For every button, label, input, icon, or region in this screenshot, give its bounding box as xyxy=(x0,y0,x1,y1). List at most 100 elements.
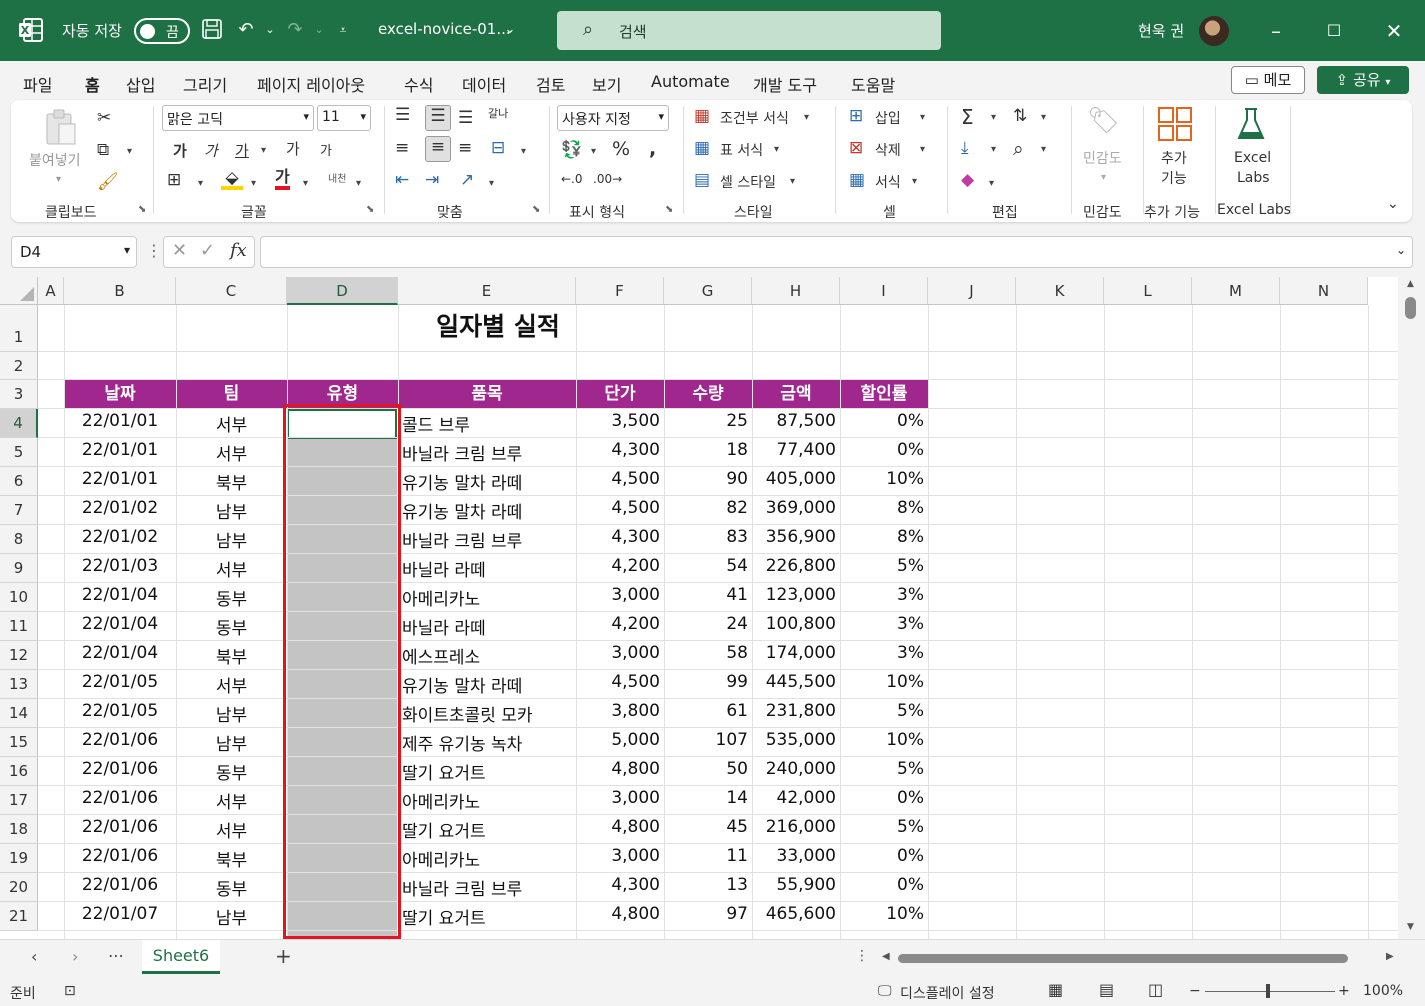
table-cell[interactable]: 10% xyxy=(840,904,924,924)
avatar[interactable] xyxy=(1199,16,1229,46)
delete-dropdown-icon[interactable]: ▾ xyxy=(920,144,925,155)
format-table-dropdown-icon[interactable]: ▾ xyxy=(774,144,779,155)
sort-filter-icon[interactable]: ⇅ xyxy=(1013,106,1027,126)
table-cell[interactable]: 97 xyxy=(664,904,748,924)
maximize-icon[interactable]: ☐ xyxy=(1317,14,1351,48)
table-cell[interactable]: 50 xyxy=(664,759,748,779)
user-name[interactable]: 현욱 권 xyxy=(1138,20,1184,41)
table-cell[interactable]: 4,300 xyxy=(576,440,660,460)
column-header-m[interactable]: M xyxy=(1192,277,1280,305)
undo-icon[interactable]: ↶ xyxy=(234,18,258,42)
row-header-16[interactable]: 16 xyxy=(0,757,38,786)
normal-view-icon[interactable]: ▦ xyxy=(1048,980,1063,999)
table-cell[interactable]: 콜드 브루 xyxy=(402,411,576,436)
prev-sheet-icon[interactable]: ‹ xyxy=(31,947,37,966)
column-header-d[interactable]: D xyxy=(287,277,398,305)
table-cell[interactable]: 에스프레소 xyxy=(402,643,576,668)
table-cell[interactable]: 0% xyxy=(840,788,924,808)
table-cell[interactable]: 남부 xyxy=(176,527,287,552)
tab-developer[interactable]: 개발 도구 xyxy=(753,72,817,96)
merge-dropdown-icon[interactable]: ▾ xyxy=(521,146,526,157)
row-header-14[interactable]: 14 xyxy=(0,699,38,728)
search-box[interactable]: ⌕ 검색 xyxy=(557,11,941,50)
conditional-format-icon[interactable]: ▦ xyxy=(694,106,710,126)
select-all-corner[interactable] xyxy=(0,277,38,305)
table-cell[interactable]: 22/01/05 xyxy=(64,701,176,721)
table-cell[interactable]: 남부 xyxy=(176,498,287,523)
table-cell[interactable]: 22/01/06 xyxy=(64,846,176,866)
table-cell[interactable]: 77,400 xyxy=(752,440,836,460)
align-middle-icon[interactable]: ☰ xyxy=(425,105,451,131)
accessibility-icon[interactable]: ⊡ xyxy=(64,983,76,999)
tab-formulas[interactable]: 수식 xyxy=(404,72,433,96)
table-cell[interactable]: 0% xyxy=(840,411,924,431)
table-cell[interactable]: 바닐라 크림 브루 xyxy=(402,440,576,465)
row-header-21[interactable]: 21 xyxy=(0,902,38,931)
cut-icon[interactable]: ✂ xyxy=(97,108,111,128)
fill-color-icon[interactable]: ⬙ xyxy=(221,168,243,190)
table-cell[interactable]: 유기농 말차 라떼 xyxy=(402,672,576,697)
row-header-13[interactable]: 13 xyxy=(0,670,38,699)
table-cell[interactable]: 4,800 xyxy=(576,759,660,779)
table-header-cell[interactable]: 금액 xyxy=(752,380,840,409)
table-cell[interactable]: 10% xyxy=(840,469,924,489)
find-select-icon[interactable]: ⌕ xyxy=(1013,138,1024,160)
table-cell[interactable]: 216,000 xyxy=(752,817,836,837)
table-cell[interactable]: 북부 xyxy=(176,469,287,494)
spreadsheet-grid[interactable]: A B C D E F G H I J K L M N 1 2 3 4 5 6 7 8 9 10 11 12 13 14 15 16 17 1… xyxy=(0,277,1425,939)
decrease-decimal-icon[interactable]: .00→ xyxy=(593,172,622,186)
table-cell[interactable]: 22/01/06 xyxy=(64,817,176,837)
table-cell[interactable]: 0% xyxy=(840,846,924,866)
table-cell[interactable]: 33,000 xyxy=(752,846,836,866)
clear-dropdown-icon[interactable]: ▾ xyxy=(989,178,994,189)
formula-input[interactable]: ⌄ xyxy=(260,236,1413,268)
table-cell[interactable]: 107 xyxy=(664,730,748,750)
table-cell[interactable]: 4,500 xyxy=(576,498,660,518)
table-cell[interactable]: 54 xyxy=(664,556,748,576)
table-cell[interactable]: 서부 xyxy=(176,672,287,697)
fill-color-dropdown-icon[interactable]: ▾ xyxy=(251,178,256,189)
table-cell[interactable]: 4,300 xyxy=(576,527,660,547)
table-cell[interactable]: 5% xyxy=(840,701,924,721)
addins-label-line1[interactable]: 추가 xyxy=(1161,148,1187,168)
table-cell[interactable]: 딸기 요거트 xyxy=(402,759,576,784)
table-cell[interactable]: 22/01/07 xyxy=(64,904,176,924)
column-header-b[interactable]: B xyxy=(64,277,176,305)
redo-icon[interactable]: ↷ xyxy=(283,18,307,42)
table-cell[interactable]: 100,800 xyxy=(752,614,836,634)
share-button[interactable]: ⇪ 공유 ▾ xyxy=(1317,66,1409,94)
table-cell[interactable]: 바닐라 크림 브루 xyxy=(402,875,576,900)
paste-dropdown-icon[interactable]: ▾ xyxy=(56,174,61,185)
table-cell[interactable]: 3,500 xyxy=(576,411,660,431)
table-cell[interactable]: 61 xyxy=(664,701,748,721)
expand-formula-icon[interactable]: ⌄ xyxy=(1396,243,1406,257)
table-cell[interactable]: 22/01/02 xyxy=(64,498,176,518)
column-header-j[interactable]: J xyxy=(928,277,1016,305)
table-cell[interactable]: 바닐라 라떼 xyxy=(402,556,576,581)
name-box[interactable]: D4 ▾ xyxy=(11,236,137,268)
insert-dropdown-icon[interactable]: ▾ xyxy=(920,112,925,123)
table-cell[interactable]: 5,000 xyxy=(576,730,660,750)
table-cell[interactable]: 5% xyxy=(840,759,924,779)
table-cell[interactable]: 북부 xyxy=(176,643,287,668)
row-header-11[interactable]: 11 xyxy=(0,612,38,641)
column-header-k[interactable]: K xyxy=(1016,277,1104,305)
table-cell[interactable]: 서부 xyxy=(176,788,287,813)
table-cell[interactable]: 18 xyxy=(664,440,748,460)
table-cell[interactable]: 22/01/01 xyxy=(64,411,176,431)
clipboard-launcher-icon[interactable]: ⬊ xyxy=(138,204,146,215)
table-cell[interactable]: 3,000 xyxy=(576,846,660,866)
row-header-12[interactable]: 12 xyxy=(0,641,38,670)
format-dropdown-icon[interactable]: ▾ xyxy=(912,176,917,187)
table-cell[interactable]: 3% xyxy=(840,585,924,605)
table-cell[interactable]: 10% xyxy=(840,672,924,692)
table-header-cell[interactable]: 단가 xyxy=(576,380,664,409)
table-cell[interactable]: 동부 xyxy=(176,759,287,784)
row-header-17[interactable]: 17 xyxy=(0,786,38,815)
table-cell[interactable]: 서부 xyxy=(176,556,287,581)
table-cell[interactable]: 화이트초콜릿 모카 xyxy=(402,701,576,726)
delete-cells-icon[interactable]: ⊠ xyxy=(849,138,863,158)
filename-chevron-icon[interactable]: ⌄ xyxy=(498,18,522,42)
table-cell[interactable]: 3,800 xyxy=(576,701,660,721)
tab-view[interactable]: 보기 xyxy=(592,72,621,96)
